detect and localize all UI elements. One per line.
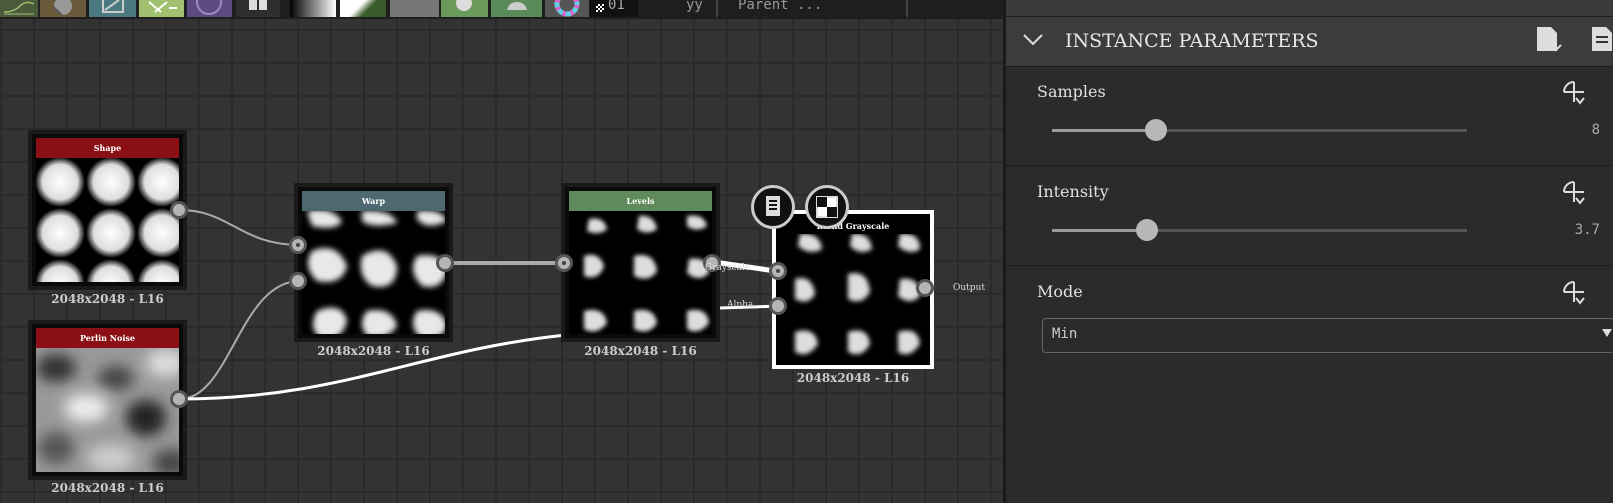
node-blend-grayscale[interactable]: Blend Grayscale — [772, 210, 934, 369]
slider-fill — [1052, 129, 1156, 132]
input-port[interactable] — [289, 272, 307, 290]
dropdown-arrow-icon — [1602, 329, 1612, 337]
node-thumbnail — [569, 211, 712, 334]
panel-top-strip — [1006, 0, 1613, 16]
param-mode: Mode Min — [1006, 266, 1613, 365]
input-port[interactable] — [289, 236, 307, 254]
node-title: Warp — [302, 191, 445, 211]
node-thumbnail — [36, 348, 179, 472]
port-label-grayscale: Grayscale — [705, 263, 751, 273]
node-thumbnail — [36, 158, 179, 282]
node-title: Blend Grayscale — [780, 218, 926, 234]
input-port[interactable] — [555, 254, 573, 272]
node-resolution: 2048x2048 - L16 — [317, 344, 430, 358]
param-value[interactable]: 8 — [1546, 122, 1600, 138]
wire-perlin-warp — [179, 280, 301, 400]
output-port[interactable] — [436, 254, 454, 272]
slider-knob[interactable] — [1144, 119, 1167, 141]
node-levels[interactable]: Levels — [561, 183, 720, 342]
reset-icon[interactable] — [1556, 176, 1592, 208]
instance-parameters-panel: INSTANCE PARAMETERS Samples 8 Intensity … — [1006, 0, 1613, 503]
panel-header[interactable]: INSTANCE PARAMETERS — [1006, 16, 1613, 67]
node-graph-canvas[interactable]: 01 yy Parent ... Shape 2048x2048 - L16 P… — [0, 0, 1003, 503]
node-title: Perlin Noise — [36, 328, 179, 348]
node-shape[interactable]: Shape — [28, 130, 187, 290]
output-port[interactable] — [170, 390, 188, 408]
output-port[interactable] — [916, 279, 934, 297]
input-port-grayscale[interactable] — [769, 262, 787, 280]
export-document-icon[interactable] — [1590, 25, 1613, 57]
node-resolution: 2048x2048 - L16 — [584, 344, 697, 358]
node-title: Levels — [569, 191, 712, 211]
node-warp[interactable]: Warp — [294, 183, 453, 342]
node-perlin-noise[interactable]: Perlin Noise — [28, 320, 187, 480]
reset-icon[interactable] — [1556, 276, 1592, 308]
panel-title: INSTANCE PARAMETERS — [1065, 30, 1319, 52]
document-icon[interactable] — [751, 185, 795, 229]
param-samples: Samples 8 — [1006, 66, 1613, 166]
node-thumbnail — [302, 211, 445, 334]
slider-knob[interactable] — [1136, 219, 1159, 241]
node-title: Shape — [36, 138, 179, 158]
node-resolution: 2048x2048 - L16 — [51, 292, 164, 306]
wire-shape-warp — [179, 209, 301, 246]
param-intensity: Intensity 3.7 — [1006, 166, 1613, 266]
output-port[interactable] — [170, 201, 188, 219]
param-label: Intensity — [1037, 182, 1109, 201]
node-resolution: 2048x2048 - L16 — [796, 371, 910, 385]
port-label-alpha: Alpha — [727, 300, 754, 310]
mode-select-value: Min — [1052, 326, 1078, 342]
chevron-down-icon[interactable] — [1022, 33, 1044, 47]
param-label: Samples — [1037, 82, 1106, 101]
node-thumbnail — [780, 234, 926, 361]
checker-icon[interactable] — [805, 185, 849, 229]
param-label: Mode — [1037, 282, 1083, 301]
mode-select[interactable]: Min — [1042, 318, 1613, 353]
param-value[interactable]: 3.7 — [1546, 222, 1600, 238]
port-label-output: Output — [953, 283, 985, 293]
node-resolution: 2048x2048 - L16 — [51, 481, 164, 495]
slider-fill — [1052, 229, 1148, 232]
input-port-alpha[interactable] — [769, 297, 787, 315]
reset-icon[interactable] — [1556, 76, 1592, 108]
preset-icon[interactable] — [1535, 25, 1567, 57]
